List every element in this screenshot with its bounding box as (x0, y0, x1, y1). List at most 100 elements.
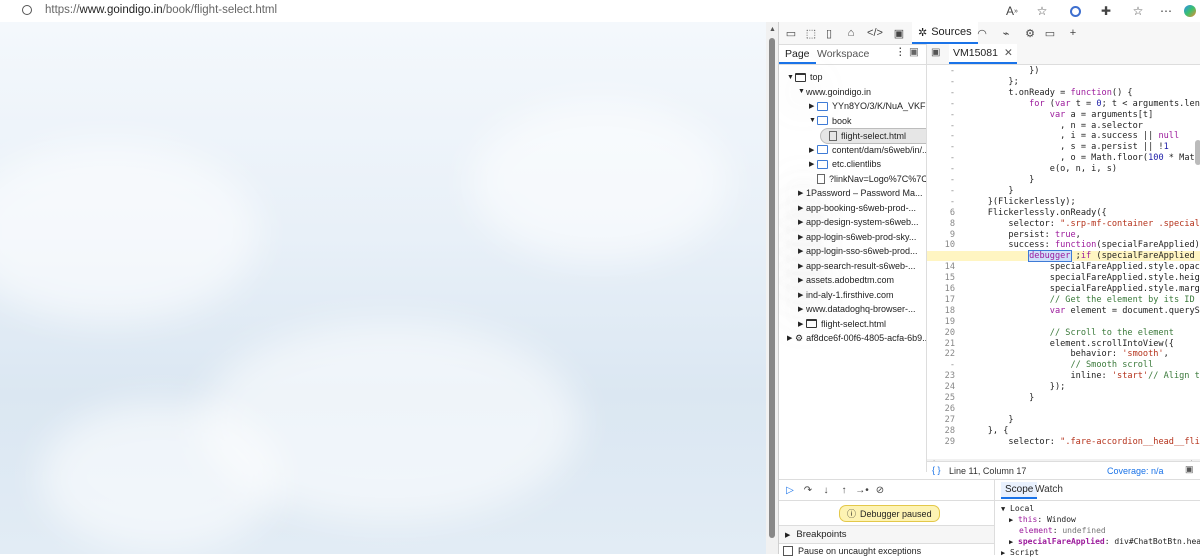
tree-node[interactable]: ▶app-login-s6web-prod-sky... (798, 230, 916, 244)
line-number[interactable]: 27 (927, 415, 955, 425)
tree-node[interactable]: ▶www.datadoghq-browser-... (798, 302, 916, 316)
tree-node[interactable]: ▶ etc.clientlibs (809, 157, 881, 171)
line-number[interactable]: - (927, 66, 955, 76)
code-line[interactable]: // Scroll to the element (967, 328, 1174, 338)
more-menu-icon[interactable]: ⋮ (895, 46, 906, 58)
code-line[interactable]: , s = a.persist || !1 (967, 142, 1169, 152)
coverage-label[interactable]: Coverage: n/a (1107, 466, 1164, 476)
code-line[interactable]: selector: ".srp-mf-container .special-fa… (967, 219, 1200, 229)
device-toolbar-icon[interactable]: ▭ (783, 25, 799, 41)
step-out-icon[interactable]: ↑ (837, 483, 851, 497)
scope-special-fare[interactable]: ▶ specialFareApplied: div#ChatBotBtn.hea… (1009, 537, 1200, 546)
step-over-icon[interactable]: ↷ (801, 483, 815, 497)
code-line[interactable]: var a = arguments[t] (967, 110, 1154, 120)
tree-node[interactable]: ▶app-booking-s6web-prod-... (798, 201, 916, 215)
line-number[interactable]: 22 (927, 349, 955, 359)
code-line[interactable]: }) (967, 66, 1039, 76)
code-line[interactable]: , n = a.selector (967, 121, 1143, 131)
tree-node[interactable]: ▶ind-aly-1.firsthive.com (798, 288, 894, 302)
line-number[interactable]: 19 (927, 317, 955, 327)
line-number[interactable]: 9 (927, 230, 955, 240)
code-line[interactable]: // Get the element by its ID (967, 295, 1195, 305)
line-number[interactable]: - (927, 197, 955, 207)
resume-icon[interactable]: ▷ (783, 483, 797, 497)
url-field[interactable]: https://www.goindigo.in/book/flight-sele… (45, 4, 277, 16)
line-number[interactable]: - (927, 186, 955, 196)
code-line[interactable]: t.onReady = function() { (967, 88, 1132, 98)
code-line[interactable]: }); (967, 382, 1066, 392)
code-line[interactable]: inline: 'start'// Align the element t (967, 371, 1200, 381)
page-scrollbar[interactable]: ▲ (766, 22, 778, 554)
tree-node[interactable]: ▶app-design-system-s6web... (798, 215, 919, 229)
line-number[interactable]: 17 (927, 295, 955, 305)
editor-tab-vm[interactable]: VM15081 ✕ (949, 44, 1017, 64)
more-tools-plus-icon[interactable]: + (1065, 25, 1081, 41)
code-line[interactable]: }; (967, 77, 1018, 87)
panel-layout-icon[interactable]: ▣ (1185, 464, 1194, 475)
line-number[interactable]: - (927, 164, 955, 174)
line-number[interactable]: 6 (927, 208, 955, 218)
application-icon[interactable]: ▭ (1042, 25, 1058, 41)
tab-page[interactable]: Page (779, 48, 815, 64)
tree-node[interactable]: ▶ content/dam/s6web/in/... (809, 143, 926, 157)
code-line[interactable]: } (967, 175, 1034, 185)
close-icon[interactable]: ✕ (1004, 47, 1013, 59)
step-into-icon[interactable]: ↓ (819, 483, 833, 497)
line-number[interactable]: - (927, 121, 955, 131)
scope-script[interactable]: ▶ Script (1001, 548, 1039, 557)
line-number[interactable]: - (927, 99, 955, 109)
tree-node[interactable]: ?linkNav=Logo%7C%7C... (809, 172, 926, 186)
code-line[interactable]: selector: ".fare-accordion__head__flight… (967, 437, 1200, 447)
code-line[interactable]: specialFareApplied.style.opacity = "0"; (967, 262, 1200, 272)
site-info-icon[interactable] (22, 5, 32, 15)
code-line[interactable]: specialFareApplied.style.margin = "0"; (967, 284, 1200, 294)
deactivate-breakpoints-icon[interactable]: ⊘ (873, 483, 887, 497)
line-number[interactable]: 8 (927, 219, 955, 229)
pause-uncaught-exceptions[interactable]: Pause on uncaught exceptions (783, 546, 921, 556)
extensions-puzzle-icon[interactable]: ✚ (1098, 3, 1114, 19)
scroll-up-icon[interactable]: ▲ (769, 26, 776, 33)
code-line[interactable]: } (967, 415, 1013, 425)
performance-icon[interactable]: ⌁ (998, 25, 1014, 41)
tree-node[interactable]: ▶ flight-select.html (798, 317, 886, 331)
code-line[interactable]: , i = a.success || null (967, 131, 1179, 141)
line-number[interactable]: 25 (927, 393, 955, 403)
console-icon[interactable]: ▣ (891, 25, 907, 41)
code-line[interactable]: var element = document.querySelector('.f… (967, 306, 1200, 316)
editor-vertical-scrollbar[interactable] (1195, 64, 1200, 459)
expand-down-icon[interactable]: ▼ (809, 117, 817, 124)
code-line[interactable]: , o = Math.floor(100 * Math.random() + (967, 153, 1200, 163)
tab-sources[interactable]: ✲ Sources (912, 22, 978, 44)
line-number[interactable]: 29 (927, 437, 955, 447)
step-icon[interactable]: →• (855, 483, 869, 497)
favorite-star-icon[interactable]: ☆ (1034, 3, 1050, 19)
tree-node[interactable]: ▶ YYn8YO/3/K/NuA_VKFU... (809, 99, 926, 113)
scope-element[interactable]: element: undefined (1019, 526, 1106, 535)
tree-node[interactable]: ▶app-login-sso-s6web-prod... (798, 244, 918, 258)
code-line[interactable]: } (967, 393, 1034, 403)
code-line[interactable]: success: function(specialFareApplied) { … (967, 240, 1200, 250)
tab-workspace[interactable]: Workspace (817, 48, 869, 60)
sidebar-toggle-icon[interactable]: ▣ (909, 46, 919, 58)
tree-node[interactable]: ▼ book (809, 114, 852, 128)
code-line[interactable]: }(Flickerlessly); (967, 197, 1076, 207)
line-number[interactable]: 16 (927, 284, 955, 294)
more-menu-icon[interactable]: ⋯ (1158, 3, 1174, 19)
welcome-home-icon[interactable]: ⌂ (843, 25, 859, 41)
tree-node[interactable]: ▶app-search-result-s6web-... (798, 259, 916, 273)
line-number[interactable]: - (927, 360, 955, 370)
breakpoints-section-header[interactable]: ▶ Breakpoints (779, 525, 994, 544)
line-number[interactable]: 15 (927, 273, 955, 283)
line-number[interactable]: 20 (927, 328, 955, 338)
line-number[interactable]: 24 (927, 382, 955, 392)
code-line[interactable]: } (967, 186, 1013, 196)
copilot-icon[interactable] (1182, 3, 1198, 19)
settings-gear-icon[interactable]: ⚙ (1022, 25, 1038, 41)
tree-node[interactable]: ▼www.goindigo.in (798, 85, 871, 99)
dock-icon[interactable]: ▯ (821, 25, 837, 41)
line-number[interactable]: - (927, 131, 955, 141)
collections-icon[interactable]: ☆ (1130, 3, 1146, 19)
scrollbar-thumb[interactable] (769, 38, 775, 538)
code-line[interactable]: Flickerlessly.onReady({ (967, 208, 1107, 218)
line-number[interactable]: 10 (927, 240, 955, 250)
